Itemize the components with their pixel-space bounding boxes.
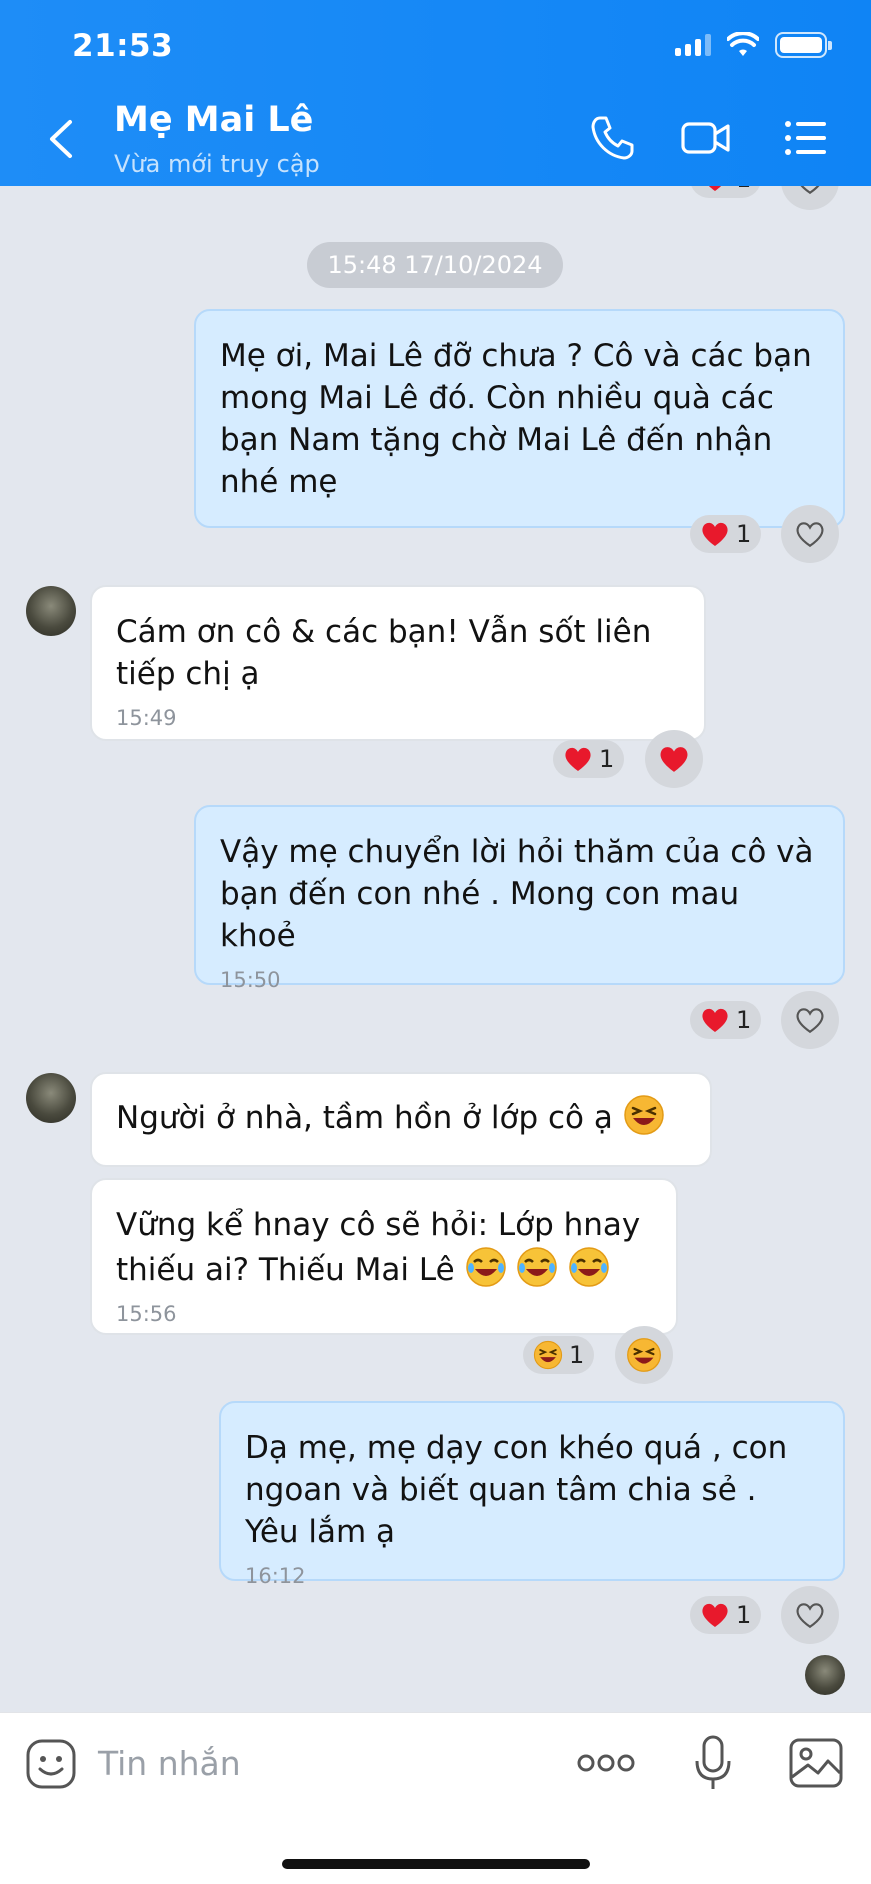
react-button-active[interactable]: [615, 1326, 673, 1384]
heart-icon: [702, 1008, 728, 1032]
heart-icon: [565, 747, 591, 771]
reaction-count: 1: [569, 1341, 585, 1369]
status-icons: [675, 32, 832, 58]
message-bubble-incoming[interactable]: Cám ơn cô & các bạn! Vẫn sốt liên tiếp c…: [90, 585, 706, 741]
video-call-icon[interactable]: [680, 112, 732, 164]
heart-outline-icon: [800, 186, 820, 195]
react-button[interactable]: [781, 505, 839, 563]
image-gallery-icon[interactable]: [788, 1737, 844, 1789]
grinning-squint-emoji-icon: [627, 1338, 661, 1372]
back-icon[interactable]: [42, 116, 82, 162]
home-indicator[interactable]: [282, 1859, 590, 1869]
message-time: 15:56: [116, 1302, 177, 1326]
reaction-count: 1: [736, 520, 752, 548]
reaction-count-badge[interactable]: 1: [523, 1336, 595, 1374]
reaction-count-badge[interactable]: 1: [690, 1001, 762, 1039]
heart-icon: [708, 186, 722, 191]
message-text-line: Vững kể hnay cô sẽ hỏi: Lớp hnay: [116, 1207, 641, 1243]
battery-icon: [775, 32, 832, 58]
contact-name[interactable]: Mẹ Mai Lê: [114, 100, 313, 140]
reaction-count-badge[interactable]: 1: [690, 515, 762, 553]
contact-avatar[interactable]: [26, 586, 76, 636]
message-text: Vậy mẹ chuyển lời hỏi thăm của cô và bạn…: [220, 834, 814, 954]
chat-header: 21:53 Mẹ Mai Lê Vừa mới truy cập: [0, 0, 871, 186]
heart-outline-icon: [796, 522, 824, 548]
message-bubble-outgoing[interactable]: Mẹ ơi, Mai Lê đỡ chưa ? Cô và các bạn mo…: [194, 309, 845, 528]
tears-of-joy-emoji-icon: [569, 1247, 610, 1287]
reaction-count: 1: [736, 1006, 752, 1034]
react-button[interactable]: [781, 991, 839, 1049]
tears-of-joy-emoji-icon: [465, 1247, 506, 1287]
grinning-squint-emoji-icon: [533, 1340, 563, 1370]
contact-avatar[interactable]: [26, 1073, 76, 1123]
sticker-icon[interactable]: [24, 1737, 78, 1791]
message-text: Người ở nhà, tầm hồn ở lớp cô ạ: [116, 1100, 613, 1136]
heart-icon: [660, 747, 688, 772]
message-input-bar: Tin nhắn: [0, 1712, 871, 1884]
message-time: 15:49: [116, 706, 177, 730]
message-text-line: thiếu ai? Thiếu Mai Lê: [116, 1252, 455, 1288]
message-time: 15:50: [220, 968, 281, 992]
heart-icon: [702, 522, 728, 546]
message-list[interactable]: 1 15:48 17/10/2024 Mẹ ơi, Mai Lê đỡ chưa…: [0, 186, 871, 1712]
grinning-squint-emoji-icon: [624, 1095, 664, 1135]
heart-outline-icon: [796, 1008, 824, 1034]
message-time: 16:12: [245, 1564, 306, 1588]
status-time: 21:53: [72, 28, 174, 64]
last-seen-status: Vừa mới truy cập: [114, 150, 320, 178]
reaction-count-badge[interactable]: 1: [690, 186, 762, 198]
reaction-count: 1: [599, 745, 615, 773]
reaction-count-badge[interactable]: 1: [690, 1596, 762, 1634]
reaction-count: 1: [736, 186, 751, 193]
heart-outline-icon: [796, 1603, 824, 1629]
wifi-icon: [727, 32, 759, 56]
signal-icon: [675, 34, 711, 56]
phone-call-icon[interactable]: [586, 112, 638, 164]
react-button-active[interactable]: [645, 730, 703, 788]
message-bubble-incoming[interactable]: Vững kể hnay cô sẽ hỏi: Lớp hnay thiếu a…: [90, 1178, 678, 1335]
message-bubble-outgoing[interactable]: Dạ mẹ, mẹ dạy con khéo quá , con ngoan v…: [219, 1401, 845, 1588]
reaction-count-badge[interactable]: 1: [553, 740, 625, 778]
seen-receipt-avatar: [805, 1655, 845, 1695]
more-options-icon[interactable]: [576, 1743, 636, 1783]
microphone-icon[interactable]: [690, 1733, 736, 1793]
heart-icon: [702, 1603, 728, 1627]
message-bubble-outgoing[interactable]: Vậy mẹ chuyển lời hỏi thăm của cô và bạn…: [194, 805, 845, 992]
menu-list-icon[interactable]: [780, 112, 832, 164]
message-text: Cám ơn cô & các bạn! Vẫn sốt liên tiếp c…: [116, 614, 652, 692]
message-bubble-incoming[interactable]: Người ở nhà, tầm hồn ở lớp cô ạ: [90, 1072, 712, 1167]
reaction-count: 1: [736, 1601, 752, 1629]
date-separator: 15:48 17/10/2024: [307, 242, 563, 288]
react-button[interactable]: [781, 1586, 839, 1644]
react-button[interactable]: [781, 186, 839, 210]
tears-of-joy-emoji-icon: [517, 1247, 558, 1287]
message-text: Mẹ ơi, Mai Lê đỡ chưa ? Cô và các bạn mo…: [220, 338, 812, 500]
message-input[interactable]: Tin nhắn: [98, 1739, 518, 1789]
message-text: Dạ mẹ, mẹ dạy con khéo quá , con ngoan v…: [245, 1430, 788, 1550]
